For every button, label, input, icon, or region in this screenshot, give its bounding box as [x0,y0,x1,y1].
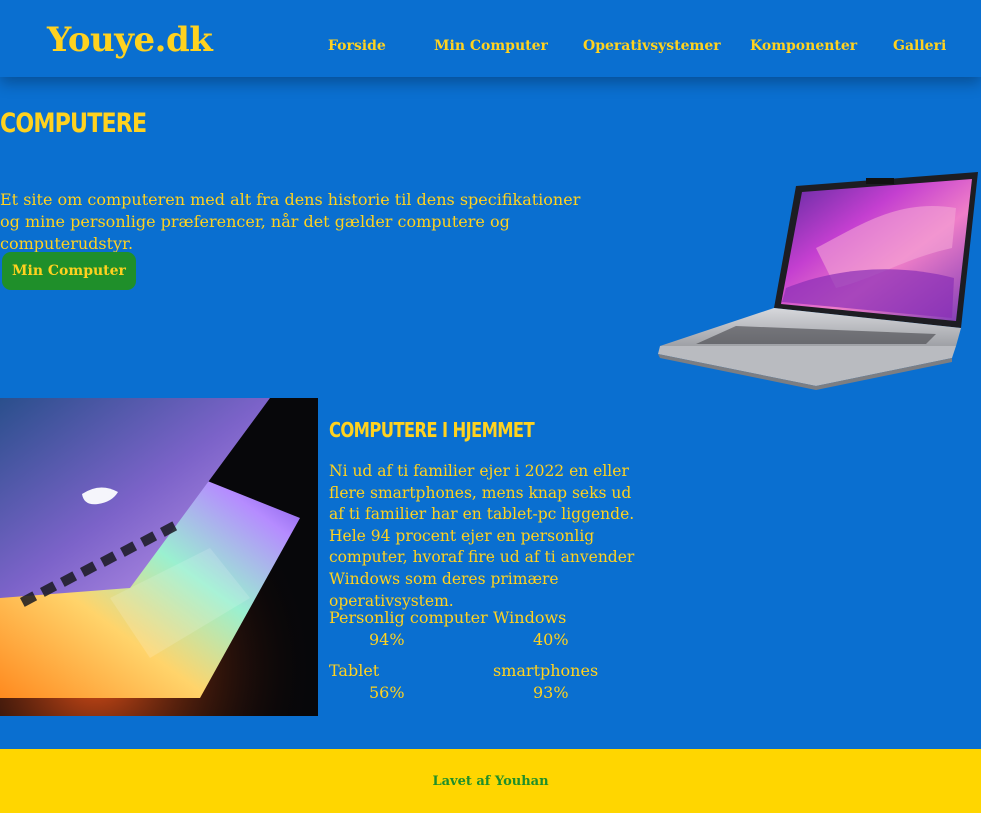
nav-link-forside[interactable]: Forside [328,38,386,54]
section-title: COMPUTERE I HJEMMET [329,418,535,442]
stat-tablet: Tablet 56% [329,660,405,704]
site-header: Youye.dk Forside Min Computer Operativsy… [0,0,981,77]
stat-label: Windows [493,608,567,627]
stat-label: Personlig computer [329,608,488,627]
hero-text: Et site om computeren med alt fra dens h… [0,190,581,253]
hero-title: COMPUTERE [0,108,147,139]
site-logo[interactable]: Youye.dk [47,20,213,60]
nav-link-operativsystemer[interactable]: Operativsystemer [583,38,721,54]
stat-value: 40% [533,630,569,649]
footer-text: Lavet af Youhan [432,773,549,789]
section-text: Ni ud af ti familier ejer i 2022 en elle… [329,462,635,610]
rainbow-laptop-photo [0,398,318,716]
nav-link-galleri[interactable]: Galleri [893,38,946,54]
stat-value: 94% [369,630,405,649]
min-computer-button[interactable]: Min Computer [2,252,136,290]
stat-personlig-computer: Personlig computer 94% [329,607,488,651]
stat-smartphones: smartphones 93% [493,660,598,704]
stat-value: 56% [369,683,405,702]
stat-value: 93% [533,683,569,702]
stat-label: Tablet [329,661,380,680]
nav-link-komponenter[interactable]: Komponenter [750,38,857,54]
nav-link-min-computer[interactable]: Min Computer [434,38,548,54]
stat-windows: Windows 40% [493,607,569,651]
laptop-image [658,172,978,390]
stat-label: smartphones [493,661,599,680]
site-footer: Lavet af Youhan [0,749,981,813]
